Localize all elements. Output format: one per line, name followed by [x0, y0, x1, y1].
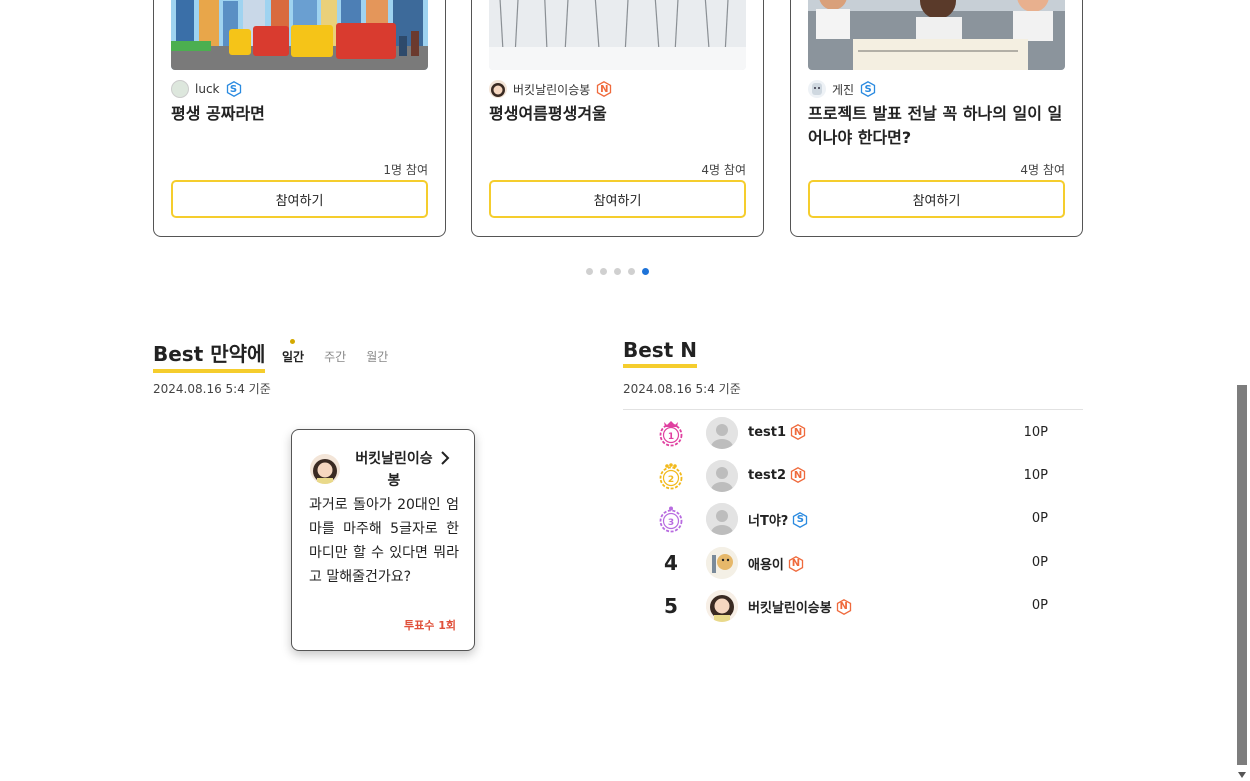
join-button[interactable]: 참여하기	[808, 180, 1065, 218]
n-badge-icon: N	[790, 424, 806, 440]
join-button[interactable]: 참여하기	[171, 180, 428, 218]
participant-count: 1명 참여	[383, 163, 428, 177]
user-avatar	[706, 417, 738, 449]
user-avatar	[706, 590, 738, 622]
tab-monthly[interactable]: 월간	[366, 348, 388, 365]
author-name[interactable]: 버킷날린이승봉	[352, 448, 436, 492]
title-underline	[623, 364, 697, 368]
ranking-row[interactable]: 5 버킷날린이승봉 N 0P	[623, 586, 1083, 626]
s-badge-icon: S	[226, 81, 242, 97]
period-tabs: 일간 주간 월간	[282, 339, 388, 365]
card-title: 프로젝트 발표 전날 꼭 하나의 일이 일어나야 한다면?	[808, 104, 1063, 147]
user-name-text: 버킷날린이승봉	[748, 601, 832, 616]
participant-count: 4명 참여	[1020, 163, 1065, 177]
n-badge-icon: N	[596, 81, 612, 97]
user-name: 애용이 N	[748, 554, 804, 573]
challenge-card[interactable]: luck S 평생 공짜라면 1명 참여 참여하기	[153, 0, 446, 237]
user-name: 너T야? S	[748, 510, 808, 529]
rank-2-medal-icon: 2	[658, 462, 684, 490]
rank-number: 4	[664, 551, 678, 575]
s-badge-icon: S	[792, 511, 808, 528]
user-points: 0P	[1031, 511, 1048, 526]
user-name-text: test1	[748, 424, 787, 440]
user-name-text: test2	[748, 467, 787, 483]
author-name: 게진	[832, 82, 855, 97]
chevron-right-icon[interactable]	[440, 450, 450, 469]
carousel-dot[interactable]	[600, 268, 607, 275]
user-points: 0P	[1031, 555, 1048, 570]
card-title: 평생여름평생겨울	[489, 104, 607, 123]
carousel-dot[interactable]	[628, 268, 635, 275]
svg-text:2: 2	[668, 475, 674, 485]
svg-text:1: 1	[668, 432, 674, 442]
best-n-title: Best N	[623, 338, 697, 368]
card-header: 버킷날린이승봉	[310, 448, 436, 492]
card-thumbnail-snow	[489, 0, 746, 70]
carousel-dot-active[interactable]	[642, 268, 649, 275]
card-thumbnail-city	[171, 0, 428, 70]
user-name-text: 애용이	[748, 558, 784, 573]
base-date: 2024.08.16 5:4 기준	[153, 382, 271, 396]
title-underline	[153, 369, 266, 373]
question-text: 과거로 돌아가 20대인 엄마를 마주해 5글자로 한 마디만 할 수 있다면 …	[309, 497, 459, 585]
rank-number: 5	[664, 594, 678, 618]
author-avatar	[808, 80, 826, 98]
rank-1-medal-icon: 1	[658, 419, 684, 447]
user-name: 버킷날린이승봉 N	[748, 597, 852, 616]
participant-count: 4명 참여	[701, 163, 746, 177]
author-avatar	[171, 80, 189, 98]
section-title-text: Best N	[623, 338, 697, 362]
user-avatar	[706, 460, 738, 492]
card-thumbnail-office	[808, 0, 1065, 70]
n-badge-icon: N	[836, 598, 852, 615]
section-title-text: Best 만약에	[153, 342, 266, 366]
scrollbar-thumb[interactable]	[1237, 385, 1247, 765]
user-avatar	[706, 503, 738, 535]
card-author: 게진 S	[808, 79, 876, 99]
ranking-row[interactable]: 1 test1 N 10P	[623, 413, 1083, 453]
user-name: test2 N	[748, 467, 806, 483]
user-avatar	[706, 547, 738, 579]
base-date: 2024.08.16 5:4 기준	[623, 382, 741, 396]
challenge-card[interactable]: 버킷날린이승봉 N 평생여름평생겨울 4명 참여 참여하기	[471, 0, 764, 237]
card-title: 평생 공짜라면	[171, 104, 265, 123]
divider	[623, 409, 1083, 410]
tab-weekly[interactable]: 주간	[324, 348, 346, 365]
carousel-dot[interactable]	[614, 268, 621, 275]
join-button[interactable]: 참여하기	[489, 180, 746, 218]
author-name: luck	[195, 82, 220, 96]
best-question-card[interactable]: 버킷날린이승봉 과거로 돌아가 20대인 엄마를 마주해 5글자로 한 마디만 …	[291, 429, 475, 651]
ranking-row[interactable]: 4 애용이 N 0P	[623, 543, 1083, 583]
user-name: test1 N	[748, 424, 806, 440]
n-badge-icon: N	[790, 467, 806, 483]
n-badge-icon: N	[788, 555, 804, 572]
ranking-row[interactable]: 3 너T야? S 0P	[623, 499, 1083, 539]
challenge-card[interactable]: 게진 S 프로젝트 발표 전날 꼭 하나의 일이 일어나야 한다면? 4명 참여…	[790, 0, 1083, 237]
author-name: 버킷날린이승봉	[513, 82, 591, 97]
carousel-dot[interactable]	[586, 268, 593, 275]
author-avatar	[310, 454, 340, 484]
user-name-text: 너T야?	[748, 514, 789, 529]
s-badge-icon: S	[860, 81, 876, 97]
vote-count: 투표수 1회	[404, 619, 456, 632]
ranking-row[interactable]: 2 test2 N 10P	[623, 456, 1083, 496]
svg-text:3: 3	[668, 518, 674, 528]
card-author: luck S	[171, 79, 242, 99]
user-points: 10P	[1023, 468, 1048, 483]
tab-daily[interactable]: 일간	[282, 339, 304, 365]
author-avatar	[489, 80, 507, 98]
scroll-down-arrow-icon[interactable]	[1238, 772, 1246, 778]
card-author: 버킷날린이승봉 N	[489, 79, 612, 99]
best-manyake-title: Best 만약에	[153, 338, 266, 373]
user-points: 0P	[1031, 598, 1048, 613]
carousel-pagination	[586, 268, 649, 275]
rank-3-medal-icon: 3	[658, 505, 684, 533]
user-points: 10P	[1023, 425, 1048, 440]
